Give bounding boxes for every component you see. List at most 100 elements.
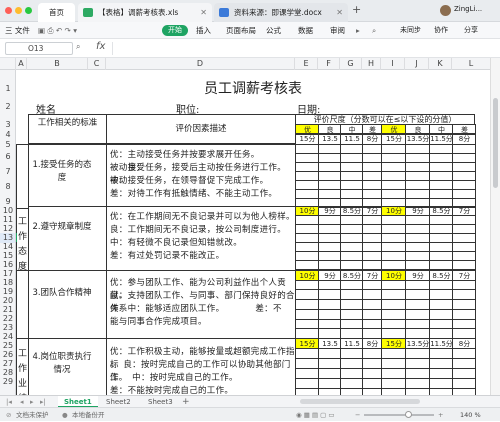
spreadsheet-grid[interactable]: 员工调薪考核表 姓名 职位: 日期: 工作相关的标准 评价因素描述 评价尺度（分… [16, 70, 490, 395]
zoom-level[interactable]: 140 % [460, 408, 481, 422]
attitude-group-label: 工作态度 [17, 217, 27, 271]
collaborate-button[interactable]: 协作 [434, 22, 448, 39]
tab-xls-file[interactable]: 【表格】调薪考核表.xls ✕ [78, 3, 212, 22]
empty-score-cell[interactable] [318, 260, 341, 270]
maximize-window-button[interactable] [25, 7, 32, 14]
document-file-icon [219, 8, 229, 17]
criteria-label: 3.团队合作精神 [32, 288, 92, 298]
backup-status[interactable]: 本地备份开 [72, 408, 105, 422]
column-header[interactable]: H [362, 58, 381, 70]
empty-score-cell[interactable] [362, 388, 382, 395]
zoom-out-icon[interactable]: − [355, 408, 360, 422]
empty-score-cell[interactable] [340, 388, 363, 395]
toolbar-quick-icons[interactable]: ▣ ⎙ ↶ ↷ ▾ [38, 22, 77, 39]
user-name: ZingLi... [454, 5, 483, 13]
unsynced-status[interactable]: 未同步 [400, 22, 421, 39]
empty-score-cell[interactable] [295, 260, 319, 270]
menu-review[interactable]: 审阅 [330, 22, 345, 39]
scroll-thumb[interactable] [493, 98, 498, 188]
cell-reference-box[interactable]: O13 [5, 42, 73, 55]
desc-line: 作。 中：按时完成自己的工作。 [110, 373, 238, 383]
cell-text: 8分 [366, 135, 379, 143]
row-header[interactable]: 7 [0, 167, 15, 177]
empty-score-cell[interactable] [405, 260, 430, 270]
backup-icon: ● [62, 411, 68, 419]
desc-line: 关系中：能够适应团队工作。 差：不 [110, 304, 282, 314]
close-window-button[interactable] [5, 7, 12, 14]
minimize-window-button[interactable] [15, 7, 22, 14]
function-icon[interactable]: fx [96, 41, 105, 52]
criteria-label-cell: 2.遵守规章制度 [28, 206, 107, 271]
column-header[interactable]: F [318, 58, 340, 70]
empty-score-cell[interactable] [405, 388, 430, 395]
menu-formula[interactable]: 公式 [266, 22, 281, 39]
column-header[interactable]: E [295, 58, 318, 70]
empty-score-cell[interactable] [381, 260, 406, 270]
window-tab-bar: 首页 【表格】调薪考核表.xls ✕ 资料来源：即课学堂.docx ✕ + Zi… [0, 0, 500, 22]
empty-score-cell[interactable] [318, 388, 341, 395]
empty-score-cell[interactable] [381, 388, 406, 395]
criteria-label: 4.岗位职责执行情况 [32, 352, 92, 375]
row-header[interactable]: 6 [0, 152, 15, 162]
row-header[interactable]: 3 [0, 120, 15, 130]
close-tab-icon[interactable]: ✕ [336, 3, 343, 22]
menu-insert[interactable]: 插入 [196, 22, 211, 39]
close-tab-icon[interactable]: ✕ [200, 3, 207, 22]
column-header[interactable]: G [340, 58, 362, 70]
cell-text: 15分 [386, 135, 402, 143]
empty-score-cell[interactable] [362, 260, 382, 270]
row-header[interactable]: 1 [0, 84, 15, 94]
tab-label: 【表格】调薪考核表.xls [98, 8, 179, 17]
zoom-formula-icon[interactable]: ⌕ [76, 42, 80, 52]
vertical-scrollbar[interactable] [490, 58, 500, 395]
criteria-label: 1.接受任务的态度 [32, 160, 92, 183]
formula-input[interactable] [112, 42, 492, 55]
protection-status[interactable]: 文档未保护 [16, 408, 49, 422]
row-header[interactable]: 4 [0, 130, 15, 140]
column-header[interactable]: A [16, 58, 27, 70]
column-header[interactable]: K [429, 58, 452, 70]
column-header[interactable]: C [88, 58, 106, 70]
search-icon[interactable]: ⌕ [372, 22, 376, 39]
empty-score-cell[interactable] [429, 388, 453, 395]
desc-line: 差：对待工作有抵触情绪、不能主动工作。 [110, 189, 278, 199]
empty-score-cell[interactable] [452, 388, 476, 395]
row-selection-indicator [16, 233, 17, 242]
menu-page-layout[interactable]: 页面布局 [226, 22, 256, 39]
criteria-desc-cell: 优：参与团队工作、能为公司利益作出个人贡献。 良：支持团队工作、与同事、部门保持… [106, 270, 296, 339]
view-mode-icons[interactable]: ◉ ▦ ▤ ▢ ▭ [296, 408, 335, 422]
desc-line: 中：有轻微不良记录但知错就改。 [110, 238, 243, 248]
row-header[interactable]: 8 [0, 182, 15, 192]
tab-home[interactable]: 首页 [38, 3, 75, 22]
row-header[interactable]: 2 [0, 102, 15, 112]
new-tab-icon[interactable]: + [352, 3, 361, 16]
column-header[interactable]: D [106, 58, 295, 70]
empty-score-cell[interactable] [340, 260, 363, 270]
row-header[interactable]: 5 [0, 140, 15, 150]
share-button[interactable]: 分享 [464, 22, 478, 39]
select-all-corner[interactable] [0, 58, 16, 70]
start-menu-tab[interactable]: 开始 [162, 25, 188, 36]
column-header[interactable]: J [405, 58, 429, 70]
empty-score-cell[interactable] [295, 388, 319, 395]
zoom-slider-handle[interactable] [405, 411, 412, 418]
file-menu[interactable]: 三 文件 [5, 22, 30, 39]
row-header[interactable]: 29 [0, 377, 15, 387]
empty-score-cell[interactable] [452, 260, 476, 270]
criteria-label-cell: 1.接受任务的态度 [28, 144, 107, 207]
zoom-slider[interactable] [364, 411, 434, 418]
zoom-in-icon[interactable]: + [438, 408, 443, 422]
column-header[interactable]: B [27, 58, 88, 70]
criteria-desc-cell: 优：主动接受任务并按要求展开任务。 良： 被动接受任务，接受后主动按任务进行工作… [106, 144, 296, 207]
work-criteria-header-text: 工作相关的标准 [37, 118, 98, 128]
avatar[interactable] [440, 5, 451, 16]
horizontal-scrollbar[interactable] [300, 399, 420, 404]
factor-header-text: 评价因素描述 [175, 124, 227, 134]
empty-score-cell[interactable] [429, 260, 453, 270]
criteria-desc-cell: 优：工作积极主动，能够按量或超额完成工作指标 。 良：按时完成自己的工作可以协助… [106, 338, 296, 395]
tab-docx-file[interactable]: 资料来源：即课学堂.docx ✕ [214, 3, 348, 22]
column-header[interactable]: I [381, 58, 405, 70]
menu-data[interactable]: 数据 [298, 22, 313, 39]
more-menu-icon[interactable]: ▸ [356, 22, 360, 39]
column-header[interactable]: L [452, 58, 490, 70]
